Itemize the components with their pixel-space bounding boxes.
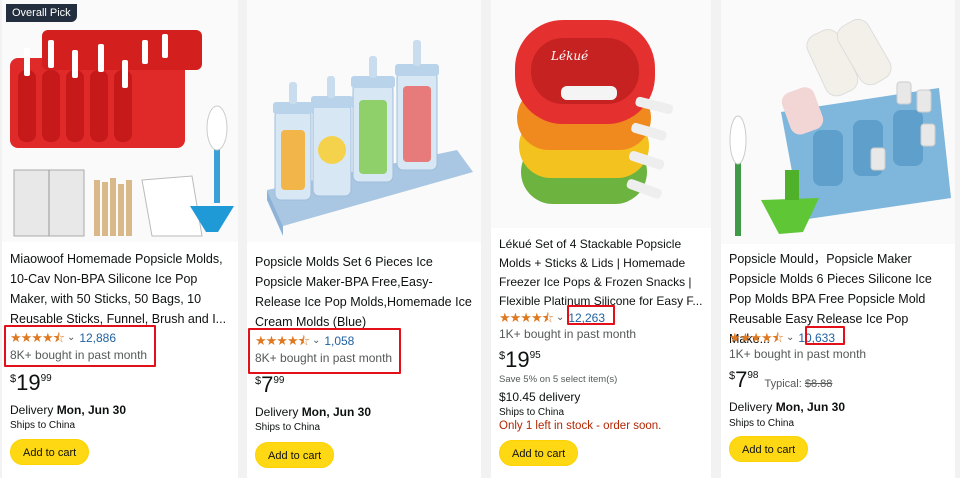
ships-to: Ships to China	[729, 418, 795, 429]
product-title[interactable]: Popsicle Molds Set 6 Pieces Ice Popsicle…	[255, 252, 477, 332]
save-offer[interactable]: Save 5% on 5 select item(s)	[499, 374, 617, 385]
ships-to: Ships to China	[255, 422, 321, 433]
svg-text:Lékué: Lékué	[550, 49, 588, 63]
blue-popsicle-molds-image	[247, 0, 481, 242]
product-title[interactable]: Lékué Set of 4 Stackable Popsicle Molds …	[499, 235, 709, 311]
chevron-down-icon[interactable]: ⌄	[786, 330, 794, 346]
chevron-down-icon[interactable]: ⌄	[556, 310, 564, 326]
product-card-3[interactable]: Lékué Lékué Set of 4 Stackable Popsicle …	[491, 0, 711, 478]
product-image[interactable]	[247, 0, 481, 242]
product-card-4[interactable]: Popsicle Mould，Popsicle Maker Popsicle M…	[721, 0, 955, 478]
product-card-2[interactable]: Popsicle Molds Set 6 Pieces Ice Popsicle…	[247, 0, 481, 478]
ships-to: Ships to China	[10, 420, 76, 431]
price: $ 19 95	[499, 347, 541, 372]
shipping-price: $10.45 delivery	[499, 390, 581, 404]
delivery-info: Delivery Mon, Jun 30	[729, 400, 846, 414]
product-image[interactable]: Overall Pick	[2, 0, 238, 242]
product-image[interactable]: Lékué	[491, 0, 711, 228]
star-rating-icon[interactable]: ★★★★⯪	[499, 310, 554, 326]
add-to-cart-button[interactable]: Add to cart	[255, 442, 335, 468]
bought-count: 1K+ bought in past month	[729, 347, 867, 361]
highlight-box	[805, 326, 845, 345]
highlight-box	[248, 328, 401, 374]
product-card-1[interactable]: Overall Pick Miaowoof Homemade Popsicle …	[2, 0, 238, 478]
product-image[interactable]	[721, 0, 955, 244]
red-popsicle-mold-image	[2, 0, 238, 242]
overall-pick-badge: Overall Pick	[6, 4, 77, 22]
add-to-cart-button[interactable]: Add to cart	[10, 439, 90, 465]
delivery-info: Delivery Mon, Jun 30	[10, 403, 127, 417]
star-rating-icon[interactable]: ★★★★⯪	[729, 330, 784, 346]
bought-count: 1K+ bought in past month	[499, 327, 637, 341]
add-to-cart-button[interactable]: Add to cart	[729, 436, 809, 462]
add-to-cart-button[interactable]: Add to cart	[499, 440, 579, 466]
highlight-box	[567, 305, 615, 325]
price: $ 7 98 Typical: $8.88	[729, 367, 833, 392]
blue-silicone-molds-image	[721, 0, 955, 244]
delivery-info: Delivery Mon, Jun 30	[255, 405, 372, 419]
price: $ 7 99	[255, 372, 285, 397]
price: $ 19 99	[10, 370, 52, 395]
product-title[interactable]: Miaowoof Homemade Popsicle Molds, 10-Cav…	[10, 249, 234, 329]
typical-price: Typical: $8.88	[764, 378, 833, 390]
stock-warning: Only 1 left in stock - order soon.	[499, 420, 662, 432]
highlight-box	[4, 325, 156, 367]
ships-to: Ships to China	[499, 407, 565, 418]
stacked-colorful-molds-image: Lékué	[491, 0, 711, 228]
